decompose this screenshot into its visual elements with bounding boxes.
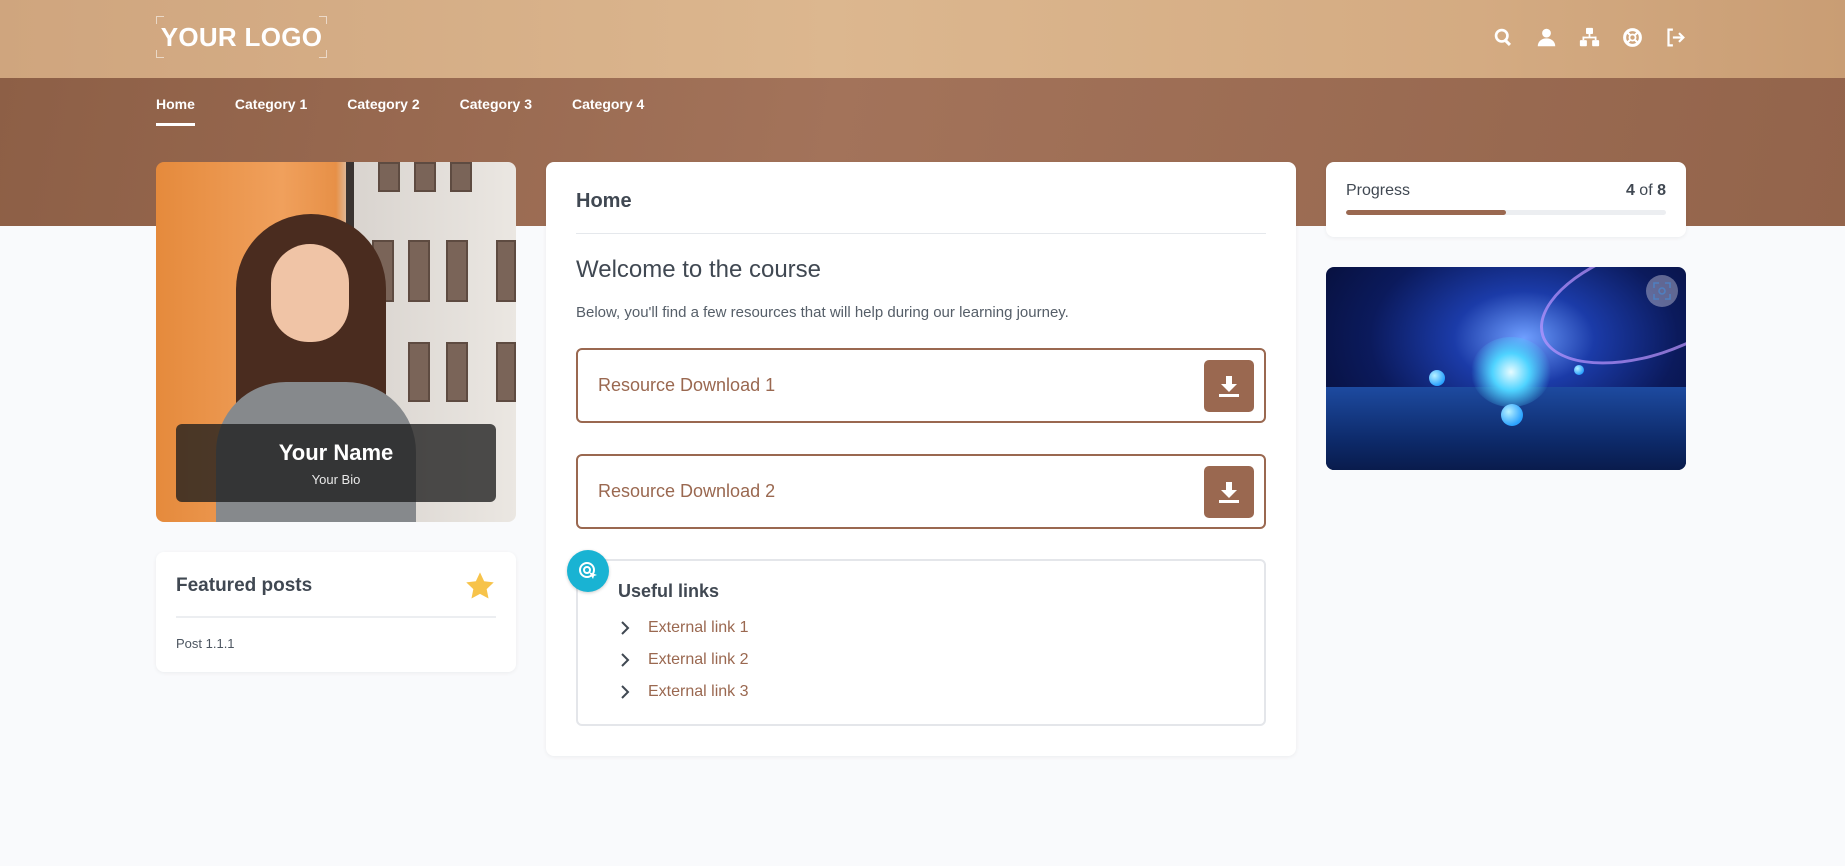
- featured-post-link[interactable]: Post 1.1.1: [176, 636, 496, 651]
- logo[interactable]: YOUR LOGO: [156, 16, 327, 58]
- external-link-1[interactable]: External link 1: [618, 612, 1224, 644]
- external-link-label: External link 1: [648, 619, 749, 636]
- welcome-heading: Welcome to the course: [576, 256, 822, 283]
- header-actions: [1490, 22, 1689, 52]
- featured-image[interactable]: [1326, 267, 1686, 470]
- search-icon[interactable]: [1490, 22, 1517, 52]
- logout-icon[interactable]: [1662, 22, 1689, 52]
- chevron-right-icon: [621, 653, 630, 667]
- nav-item-home[interactable]: Home: [156, 96, 195, 126]
- download-icon[interactable]: [1204, 465, 1254, 518]
- user-icon[interactable]: [1533, 22, 1560, 52]
- progress-current: 4: [1625, 182, 1635, 199]
- resource-download-2[interactable]: Resource Download 2: [576, 454, 1266, 529]
- building-window: [378, 162, 400, 192]
- resource-label: Resource Download 1: [598, 375, 776, 395]
- building-window: [414, 162, 436, 192]
- nav-item-category-3[interactable]: Category 3: [460, 96, 532, 126]
- building-window: [496, 342, 516, 402]
- nav-item-category-1[interactable]: Category 1: [235, 96, 307, 126]
- sitemap-icon[interactable]: [1576, 22, 1603, 52]
- nav-item-category-2[interactable]: Category 2: [347, 96, 419, 126]
- star-icon: [466, 572, 494, 599]
- chevron-right-icon: [621, 621, 630, 635]
- resource-download-1[interactable]: Resource Download 1: [576, 348, 1266, 423]
- external-link-3[interactable]: External link 3: [618, 676, 1224, 708]
- image-glow: [1471, 337, 1551, 407]
- profile-name: Your Name: [278, 439, 394, 465]
- page-title: Home: [576, 190, 1266, 234]
- chevron-right-icon: [621, 685, 630, 699]
- featured-posts-card: Featured posts Post 1.1.1: [156, 552, 516, 672]
- progress-count: 4 of 8: [1626, 182, 1666, 200]
- person-face: [271, 244, 349, 342]
- image-orb: [1501, 404, 1523, 426]
- useful-links-title: Useful links: [618, 581, 720, 601]
- main-nav: Home Category 1 Category 2 Category 3 Ca…: [156, 96, 644, 126]
- click-target-icon[interactable]: [567, 550, 609, 592]
- building-window: [408, 342, 430, 402]
- profile-name-box: Your Name Your Bio: [176, 424, 496, 502]
- support-icon[interactable]: [1619, 22, 1646, 52]
- main-content-card: Home Welcome to the course Below, you'll…: [546, 162, 1296, 756]
- external-link-2[interactable]: External link 2: [618, 644, 1224, 676]
- image-orb: [1574, 365, 1584, 375]
- profile-bio: Your Bio: [311, 471, 361, 487]
- profile-card: Your Name Your Bio: [156, 162, 516, 522]
- download-icon[interactable]: [1204, 359, 1254, 412]
- building-window: [496, 240, 516, 302]
- logo-text: YOUR LOGO: [160, 21, 323, 52]
- top-bar: YOUR LOGO: [0, 0, 1845, 78]
- building-window: [408, 240, 430, 302]
- intro-text: Below, you'll find a few resources that …: [576, 304, 1069, 321]
- featured-posts-header: Featured posts: [176, 570, 496, 618]
- progress-card: Progress 4 of 8: [1326, 162, 1686, 237]
- building-window: [450, 162, 472, 192]
- building-window: [446, 342, 468, 402]
- external-link-label: External link 3: [648, 683, 749, 700]
- progress-track: [1346, 210, 1666, 215]
- useful-links-box: Useful links External link 1 External li…: [576, 559, 1266, 726]
- external-link-label: External link 2: [648, 651, 749, 668]
- expand-image-icon[interactable]: [1646, 275, 1678, 307]
- image-orb: [1429, 370, 1445, 386]
- nav-item-category-4[interactable]: Category 4: [572, 96, 644, 126]
- resource-label: Resource Download 2: [598, 481, 776, 501]
- building-window: [446, 240, 468, 302]
- progress-of: of: [1639, 182, 1653, 199]
- progress-fill: [1346, 210, 1506, 215]
- featured-posts-title: Featured posts: [176, 575, 313, 596]
- progress-total: 8: [1657, 182, 1666, 199]
- progress-label: Progress: [1346, 182, 1411, 199]
